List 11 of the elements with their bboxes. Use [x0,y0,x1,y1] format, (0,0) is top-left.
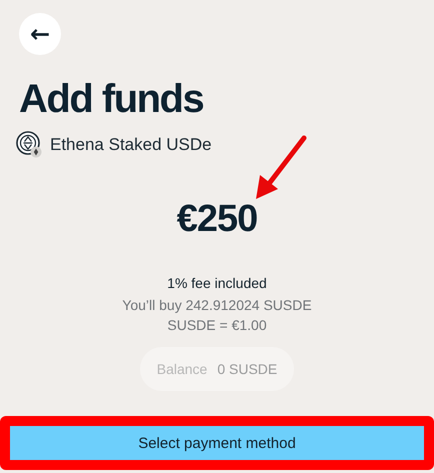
amount-value: €250 [176,197,258,241]
back-button[interactable]: ← [19,13,61,55]
page-title: Add funds [19,77,204,121]
fee-note: 1% fee included [166,275,268,291]
balance-label: Balance [156,361,208,377]
quote-text: SUSDE = €1.00 [166,317,268,333]
quote-text: You’ll buy 242.912024 SUSDE [121,297,313,313]
payment-method-button[interactable]: Select payment method [10,426,424,460]
token-icon [16,131,42,159]
asset-name: Ethena Staked USDe [50,135,212,155]
balance-value: 0 SUSDE [217,361,278,377]
